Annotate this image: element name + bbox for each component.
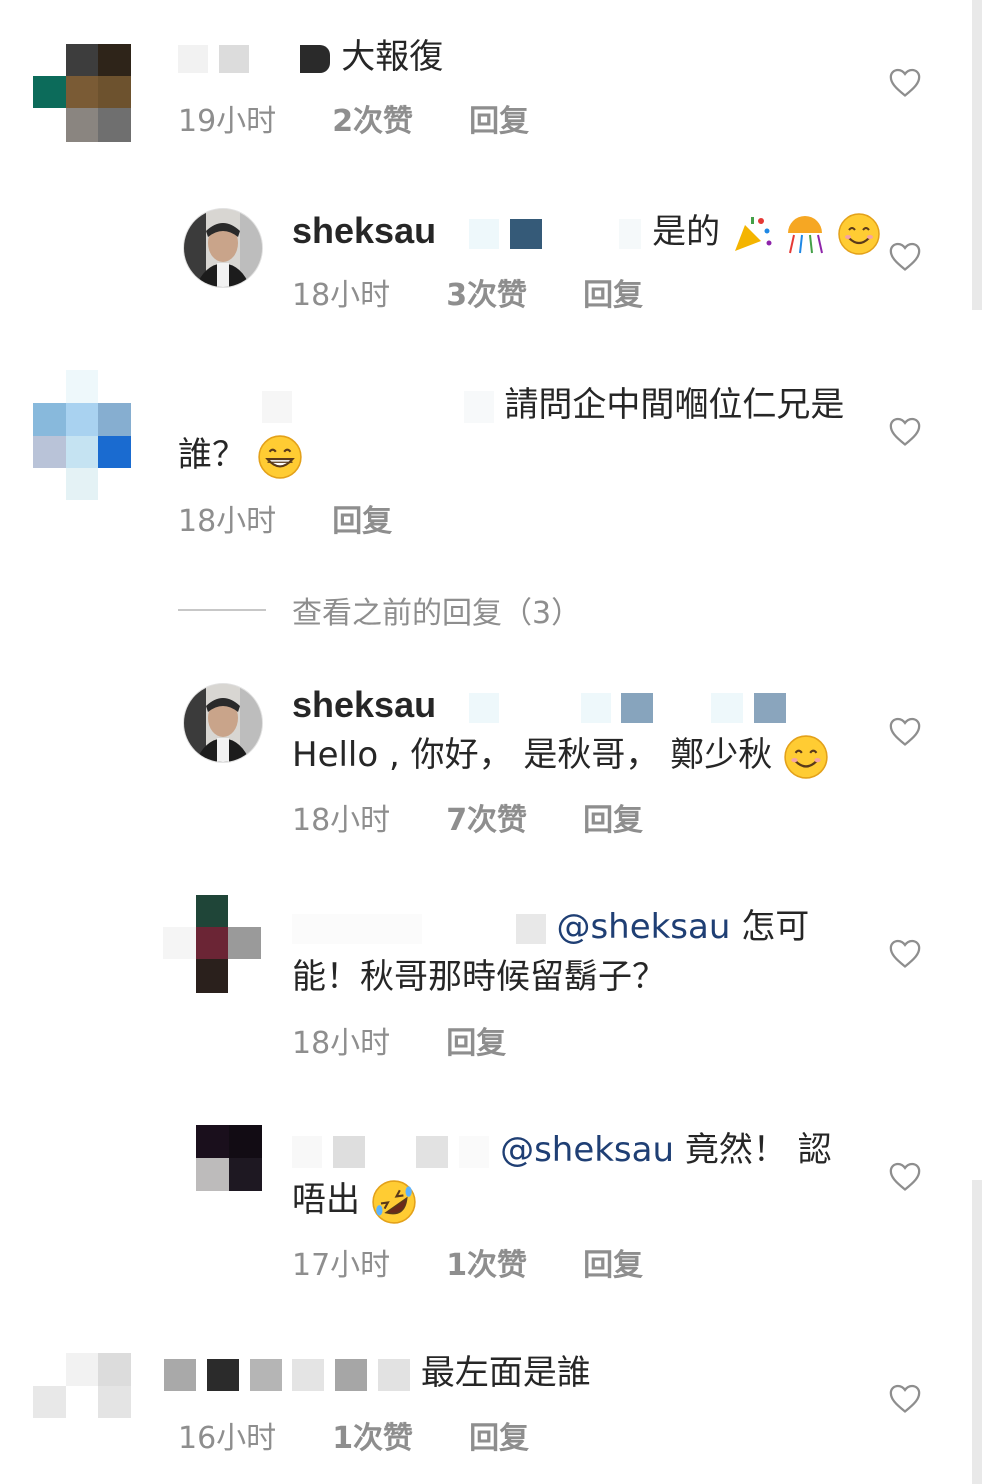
- timestamp: 19小时: [178, 104, 277, 139]
- comment-text: 請問企中間嗰位仁兄是: [178, 380, 858, 430]
- like-heart-icon[interactable]: [888, 66, 922, 98]
- reply-button[interactable]: 回复: [446, 1018, 506, 1062]
- timestamp: 17小时: [292, 1248, 391, 1283]
- likes-count[interactable]: 2次赞: [332, 96, 413, 140]
- comment-text-line2: 能！秋哥那時候留鬍子？: [292, 957, 666, 997]
- view-previous-replies-link[interactable]: 查看之前的回复（3）: [178, 588, 581, 632]
- username-redacted[interactable]: [292, 913, 422, 944]
- mention-link[interactable]: @sheksau: [500, 1130, 674, 1170]
- username-redacted[interactable]: [178, 44, 208, 73]
- comment-meta: 18小时 回复: [292, 1018, 506, 1062]
- username-redacted[interactable]: [292, 1135, 322, 1168]
- rolling-on-floor-laughing-icon: [372, 1179, 416, 1224]
- likes-count[interactable]: 1次赞: [446, 1240, 527, 1284]
- timestamp: 16小时: [178, 1421, 277, 1456]
- grinning-face-icon: [258, 434, 302, 479]
- username[interactable]: sheksau: [292, 684, 436, 725]
- party-popper-icon: [734, 216, 772, 251]
- scrollbar-track-top[interactable]: [972, 0, 982, 310]
- comment-text: @sheksau 怎可: [292, 902, 809, 952]
- comment-meta: 18小时 回复: [178, 496, 392, 540]
- timestamp: 18小时: [292, 803, 391, 838]
- avatar[interactable]: [196, 1125, 262, 1191]
- comment-text-line2: 唔出: [292, 1175, 417, 1225]
- smiling-face-icon: [837, 212, 880, 255]
- avatar[interactable]: [163, 895, 261, 993]
- like-heart-icon[interactable]: [888, 1382, 922, 1414]
- username[interactable]: sheksau: [292, 210, 436, 251]
- confetti-ball-icon: [787, 215, 823, 253]
- comment-meta: 19小时 2次赞 回复: [178, 96, 529, 140]
- comment-text: @sheksau 竟然！ 認: [292, 1125, 832, 1175]
- avatar[interactable]: [33, 1353, 131, 1451]
- comment-text: 最左面是誰: [164, 1348, 591, 1398]
- comment-meta: 16小时 1次赞 回复: [178, 1413, 529, 1457]
- comment-meta: 18小时 3次赞 回复: [292, 270, 643, 314]
- comment-meta: 18小时 7次赞 回复: [292, 795, 643, 839]
- like-heart-icon[interactable]: [888, 937, 922, 969]
- avatar[interactable]: [33, 44, 131, 142]
- avatar[interactable]: [183, 683, 263, 763]
- username-redacted[interactable]: [262, 390, 292, 423]
- reply-button[interactable]: 回复: [332, 496, 392, 540]
- avatar[interactable]: [183, 208, 263, 288]
- mention-link[interactable]: @sheksau: [556, 907, 730, 947]
- divider-line: [178, 609, 266, 611]
- comment-text: Hello , 你好， 是秋哥， 鄭少秋: [292, 730, 829, 780]
- reply-button[interactable]: 回复: [469, 96, 529, 140]
- smiling-face-icon: [784, 734, 828, 779]
- likes-count[interactable]: 7次赞: [446, 795, 527, 839]
- timestamp: 18小时: [292, 1026, 391, 1061]
- comment-username-line: sheksau: [292, 680, 786, 731]
- likes-count[interactable]: 1次赞: [332, 1413, 413, 1457]
- comment-meta: 17小时 1次赞 回复: [292, 1240, 643, 1284]
- comment-text: 大報復: [178, 32, 443, 82]
- like-heart-icon[interactable]: [888, 415, 922, 447]
- reply-button[interactable]: 回复: [583, 795, 643, 839]
- comment-text-line2: 誰？: [178, 430, 303, 480]
- reply-button[interactable]: 回复: [583, 270, 643, 314]
- comment-text: sheksau 是的: [292, 206, 881, 257]
- reply-button[interactable]: 回复: [583, 1240, 643, 1284]
- avatar[interactable]: [33, 370, 131, 500]
- timestamp: 18小时: [178, 504, 277, 539]
- likes-count[interactable]: 3次赞: [446, 270, 527, 314]
- reply-button[interactable]: 回复: [469, 1413, 529, 1457]
- scrollbar-thumb[interactable]: [972, 1180, 982, 1484]
- like-heart-icon[interactable]: [888, 1160, 922, 1192]
- like-heart-icon[interactable]: [888, 240, 922, 272]
- like-heart-icon[interactable]: [888, 715, 922, 747]
- timestamp: 18小时: [292, 278, 391, 313]
- username-redacted[interactable]: [164, 1358, 196, 1391]
